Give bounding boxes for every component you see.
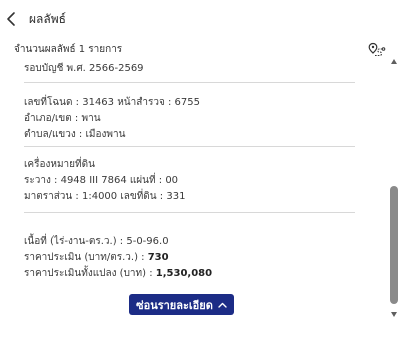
appraised-price-label: ราคาประเมิน (บาท/ตร.ว.) :: [24, 252, 148, 263]
header-bar: ผลลัพธ์: [0, 0, 400, 38]
divider: [24, 82, 355, 83]
divider: [24, 212, 355, 213]
appraised-price-value: 730: [147, 252, 169, 263]
appraised-total-value: 1,530,080: [155, 268, 213, 279]
result-count: จำนวนผลลัพธ์ 1 รายการ: [14, 44, 123, 55]
appraised-price-per-sqwa: ราคาประเมิน (บาท/ตร.ว.) : 730: [24, 250, 169, 265]
deed-number: เลขที่โฉนด : 31463 หน้าสำรวจ : 6755: [24, 97, 200, 108]
accounting-year: รอบบัญชี พ.ศ. 2566-2569: [24, 61, 144, 76]
district: อำเภอ/เขต : พาน: [24, 113, 101, 124]
scrollbar-thumb[interactable]: [390, 186, 398, 304]
subdistrict: ตำบล/แขวง : เมืองพาน: [24, 129, 126, 140]
chevron-left-icon: [7, 12, 15, 26]
map-sheet: ระวาง : 4948 III 7864 แผ่นที่ : 00: [24, 175, 179, 186]
accounting-year-text: รอบบัญชี พ.ศ. 2566-2569: [24, 63, 144, 74]
land-area: เนื้อที่ (ไร่-งาน-ตร.ว.) : 5-0-96.0: [24, 236, 169, 247]
map-pin-route-icon: [368, 42, 386, 57]
map-location-button[interactable]: [368, 42, 386, 58]
chevron-up-icon: [218, 302, 227, 308]
divider: [24, 146, 355, 147]
map-scale: มาตราส่วน : 1:4000 เลขที่ดิน : 331: [24, 191, 186, 202]
scroll-down-arrow-icon[interactable]: [391, 312, 397, 317]
page-title: ผลลัพธ์: [29, 12, 66, 26]
back-button[interactable]: [4, 9, 18, 29]
appraised-total-label: ราคาประเมินทั้งแปลง (บาท) :: [24, 268, 156, 279]
hide-details-button[interactable]: ซ่อนรายละเอียด: [129, 294, 234, 315]
land-marker-heading: เครื่องหมายที่ดิน: [24, 159, 95, 170]
hide-details-label: ซ่อนรายละเอียด: [136, 298, 213, 312]
appraised-total-price: ราคาประเมินทั้งแปลง (บาท) : 1,530,080: [24, 266, 212, 281]
scroll-up-arrow-icon[interactable]: [391, 59, 397, 64]
